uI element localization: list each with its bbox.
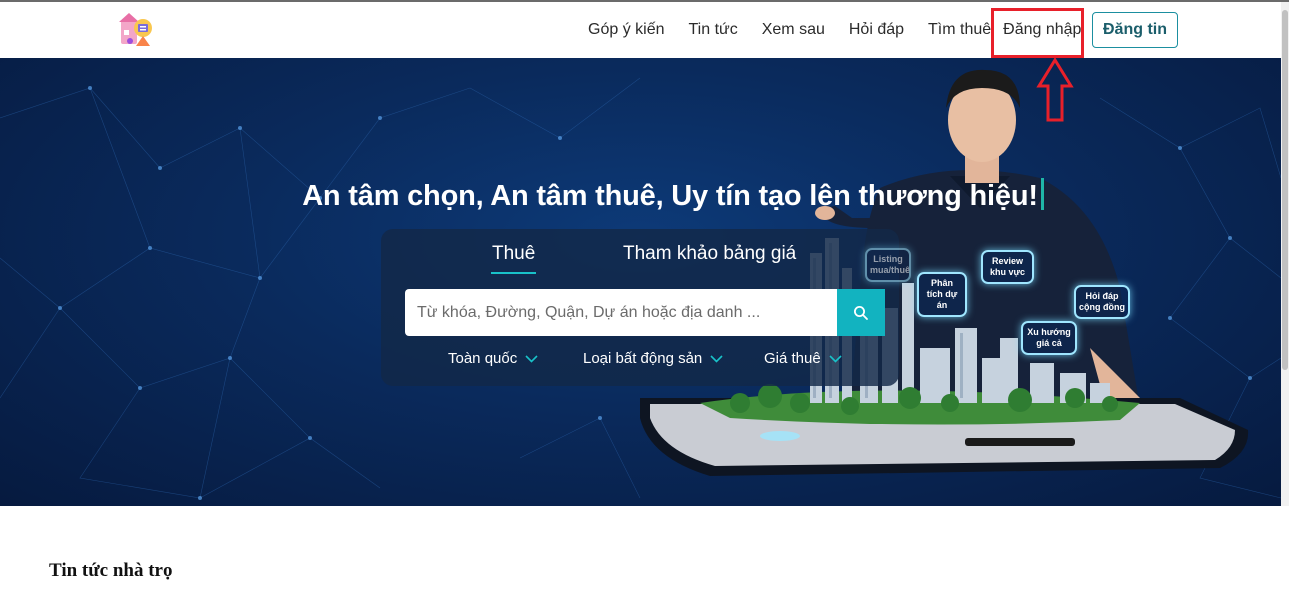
chevron-down-icon [829, 354, 842, 363]
bubble-trend: Xu hướng giá cả [1021, 321, 1077, 355]
hero-banner: Listing mua/thuê Phân tích dự án Review … [0, 58, 1281, 506]
header: Góp ý kiến Tin tức Xem sau Hỏi đáp Tìm t… [0, 2, 1281, 58]
scrollbar-thumb[interactable] [1282, 10, 1288, 370]
bubble-listing: Listing mua/thuê [865, 248, 911, 282]
nav-news[interactable]: Tin tức [688, 21, 737, 39]
post-listing-button[interactable]: Đăng tin [1092, 12, 1178, 48]
login-highlight-box [991, 8, 1084, 58]
typing-caret [1040, 178, 1044, 210]
nav-find-rent[interactable]: Tìm thuê [928, 21, 991, 39]
arrow-up-icon [1036, 58, 1074, 122]
property-type-filter[interactable]: Loại bất động sản [583, 350, 723, 367]
bubble-project: Phân tích dự án [917, 272, 967, 317]
search-input[interactable] [405, 289, 837, 336]
bubble-qa: Hỏi đáp cộng đồng [1074, 285, 1130, 319]
price-filter[interactable]: Giá thuê [764, 350, 842, 367]
nav-feedback[interactable]: Góp ý kiến [588, 21, 664, 39]
tab-rent[interactable]: Thuê [492, 243, 535, 265]
location-filter-label: Toàn quốc [448, 350, 518, 367]
tab-rent-underline [491, 272, 536, 274]
scrollbar[interactable] [1281, 2, 1289, 506]
nav-qa[interactable]: Hỏi đáp [849, 21, 904, 39]
chevron-down-icon [710, 354, 723, 363]
search-box [405, 289, 885, 336]
location-filter[interactable]: Toàn quốc [448, 350, 538, 367]
logo-icon[interactable] [116, 10, 156, 50]
section-title: Tin tức nhà trọ [49, 560, 173, 581]
chevron-down-icon [525, 354, 538, 363]
hero-title-text: An tâm chọn, An tâm thuê, Uy tín tạo lên… [302, 180, 1038, 212]
bubble-review: Review khu vực [981, 250, 1034, 284]
property-type-filter-label: Loại bất động sản [583, 350, 703, 367]
hero-title: An tâm chọn, An tâm thuê, Uy tín tạo lên… [0, 178, 1281, 213]
tab-price-reference[interactable]: Tham khảo bảng giá [623, 243, 796, 265]
nav-saved[interactable]: Xem sau [762, 21, 825, 39]
search-icon [854, 305, 868, 320]
search-panel: Thuê Tham khảo bảng giá Toàn quốc Loại b… [381, 229, 899, 386]
price-filter-label: Giá thuê [764, 350, 821, 367]
search-button[interactable] [837, 289, 885, 336]
